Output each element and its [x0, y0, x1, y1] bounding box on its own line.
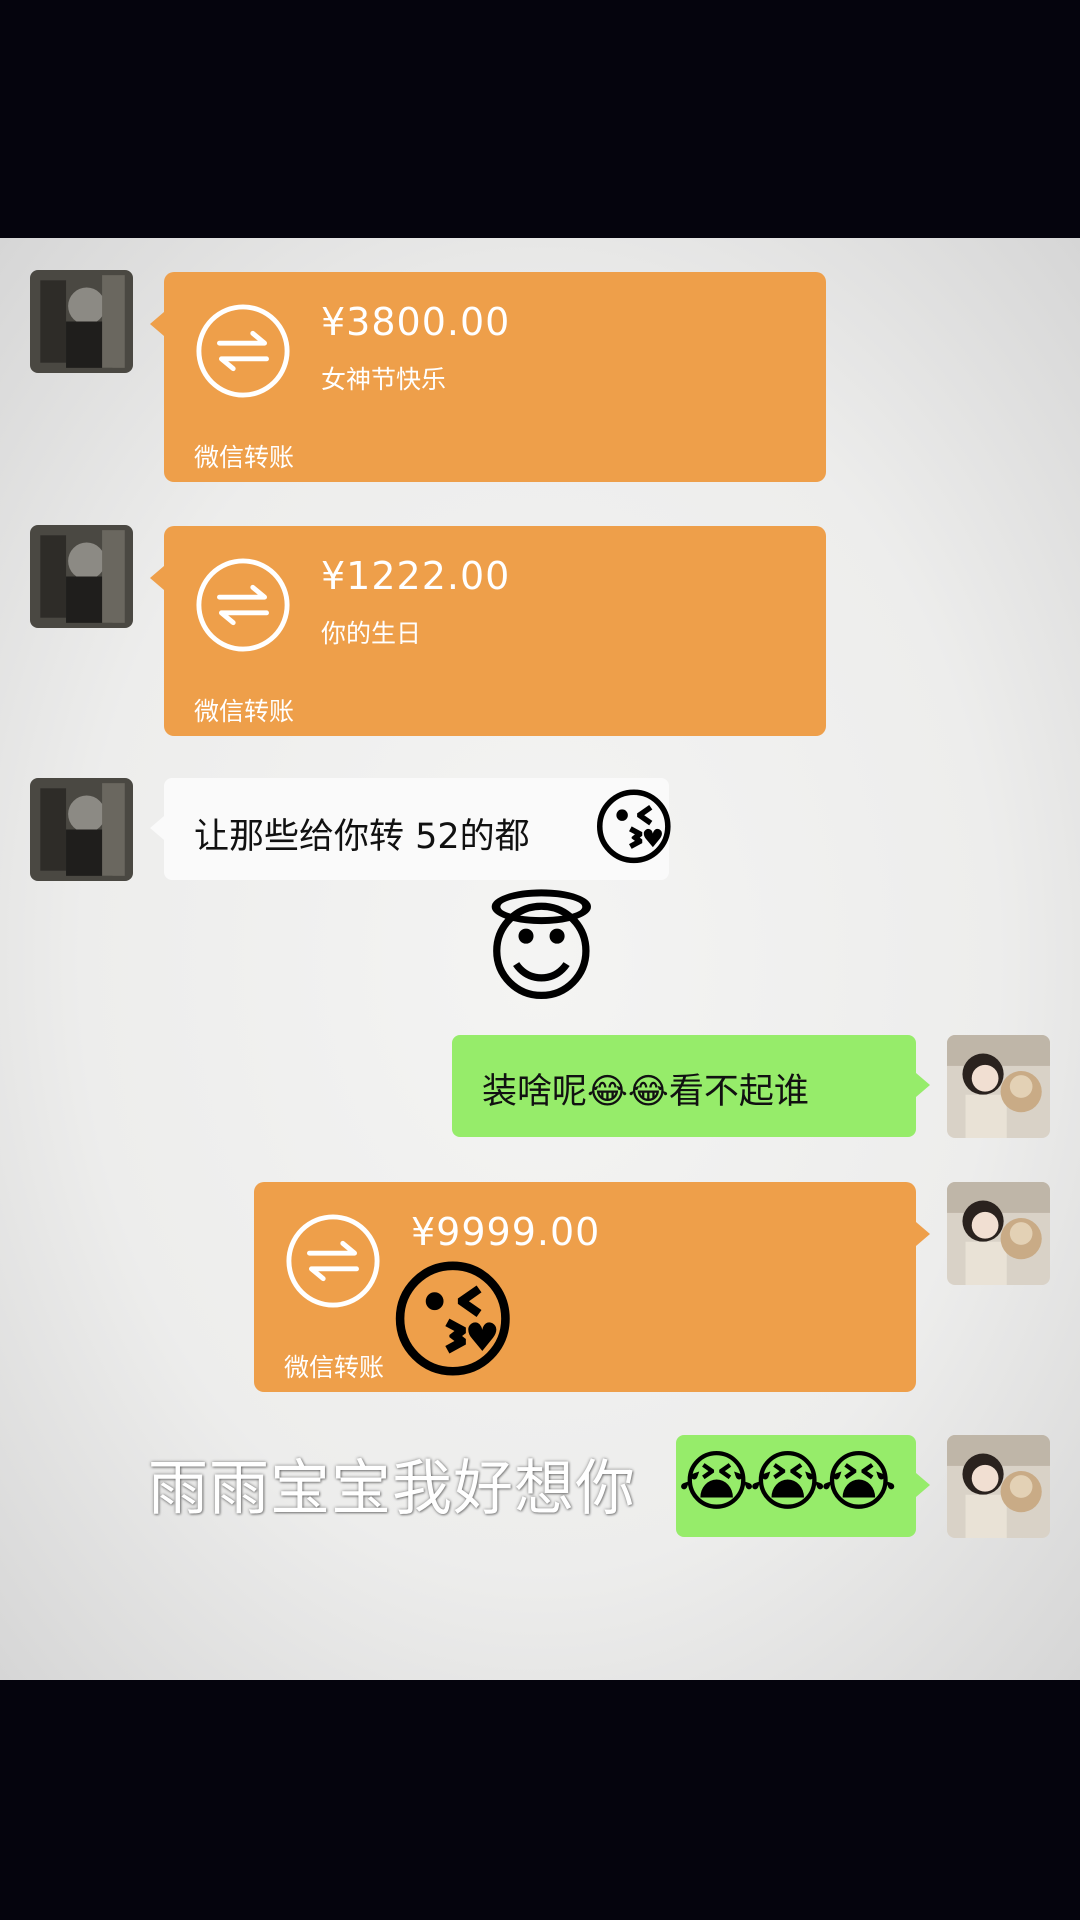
avatar-contact[interactable]: [30, 270, 133, 373]
transfer-card[interactable]: ¥3800.00 女神节快乐 微信转账: [150, 272, 826, 482]
message-text: 装啥呢😂😂看不起谁: [482, 1072, 809, 1112]
transfer-footer-label: 微信转账: [284, 1353, 385, 1382]
kiss-emoji: 😘: [590, 779, 678, 877]
message-text: 让那些给你转 52的都: [194, 817, 530, 857]
transfer-footer-label: 微信转账: [194, 697, 295, 726]
video-caption: 雨雨宝宝我好想你: [148, 1454, 636, 1524]
transfer-arrows-icon: [196, 304, 290, 398]
emoji-message-bubble[interactable]: 😭😭😭: [676, 1435, 930, 1537]
transfer-card[interactable]: ¥1222.00 你的生日 微信转账: [150, 526, 826, 736]
transfer-arrows-icon: [196, 558, 290, 652]
avatar-self[interactable]: [947, 1435, 1050, 1538]
transfer-card[interactable]: ¥9999.00 微信转账: [254, 1182, 930, 1392]
transfer-footer-label: 微信转账: [194, 443, 295, 472]
transfer-arrows-icon: [286, 1214, 380, 1308]
transfer-amount: ¥3800.00: [321, 300, 511, 344]
transfer-note: 你的生日: [321, 619, 422, 648]
avatar-contact[interactable]: [30, 525, 133, 628]
kiss-emoji: 😘: [385, 1245, 521, 1397]
crying-emoji: 😭😭😭: [678, 1443, 897, 1520]
avatar-self[interactable]: [947, 1182, 1050, 1285]
transfer-amount: ¥1222.00: [321, 554, 511, 598]
avatar-self[interactable]: [947, 1035, 1050, 1138]
avatar-contact[interactable]: [30, 778, 133, 881]
chat-screen: ¥3800.00 女神节快乐 微信转账 ¥1222.00 你的生日 微信转账 让…: [0, 238, 1080, 1680]
text-message-bubble[interactable]: 装啥呢😂😂看不起谁: [452, 1035, 930, 1137]
laugh-cry-emoji: 😂😂: [587, 1072, 669, 1112]
transfer-note: 女神节快乐: [321, 365, 447, 394]
halo-emoji: 😇: [484, 889, 599, 1017]
